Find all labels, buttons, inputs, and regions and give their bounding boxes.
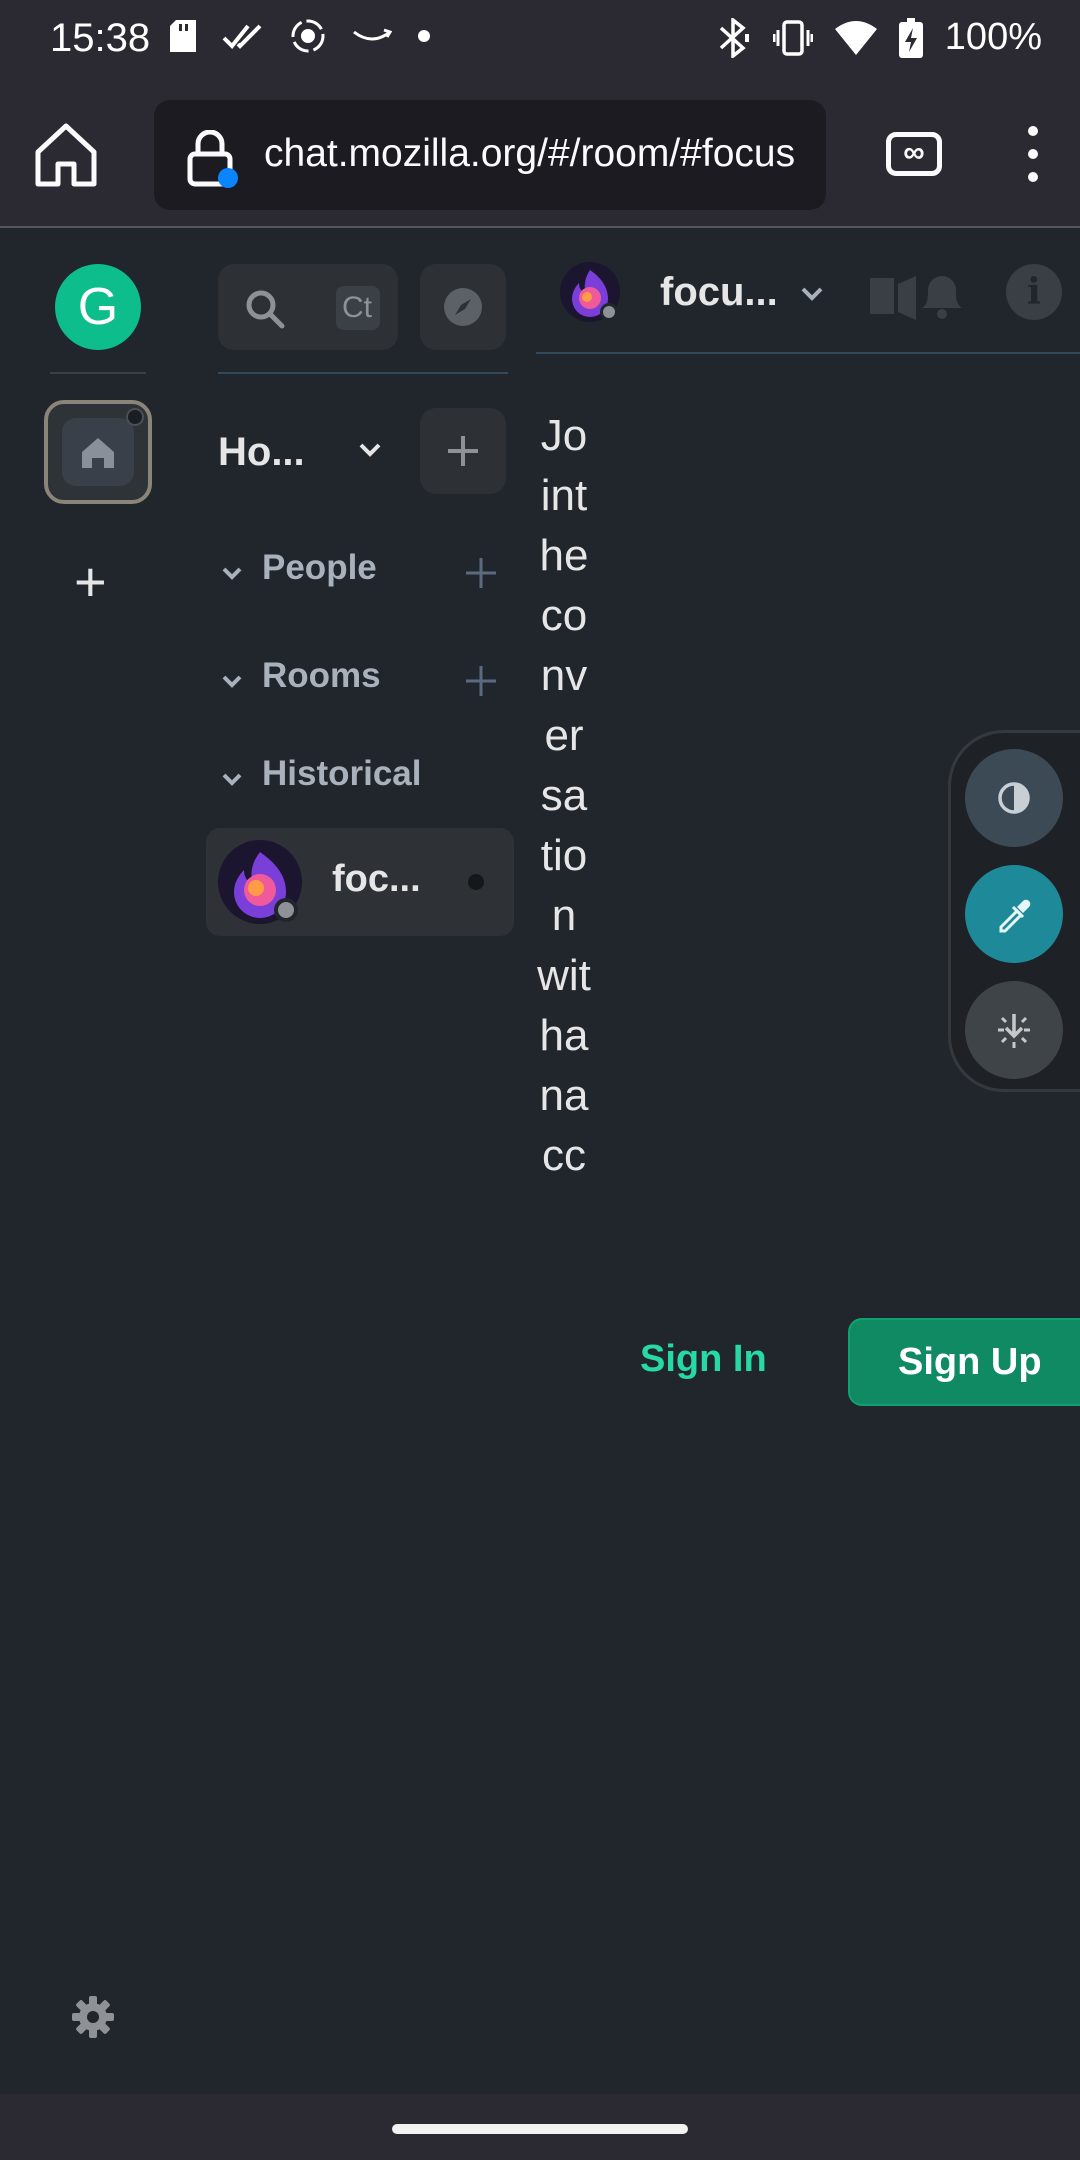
user-avatar[interactable]: G <box>55 264 141 350</box>
search-icon <box>246 290 285 329</box>
plus-icon <box>448 436 478 466</box>
divider <box>50 372 146 374</box>
search-shortcut-hint: Ct <box>336 286 380 330</box>
chevron-down-icon[interactable] <box>220 562 244 586</box>
double-check-icon <box>222 24 262 49</box>
add-room-button[interactable] <box>420 408 506 494</box>
chevron-down-icon[interactable] <box>220 670 244 694</box>
chevron-down-icon[interactable] <box>356 436 384 464</box>
chevron-down-icon[interactable] <box>220 768 244 792</box>
compass-icon <box>444 288 482 326</box>
battery-percent: 100% <box>944 16 1042 58</box>
home-header-label[interactable]: Ho... <box>218 430 305 475</box>
focus-capture-icon <box>998 1014 1030 1048</box>
room-info-icon[interactable]: i <box>1006 264 1062 320</box>
room-actions-icons <box>870 276 962 320</box>
notification-dot <box>126 408 144 426</box>
room-name[interactable]: focu... <box>660 270 778 315</box>
amazon-smile-icon <box>353 28 392 41</box>
bluetooth-icon <box>719 17 749 58</box>
contrast-toggle-button[interactable] <box>965 749 1063 847</box>
status-time: 15:38 <box>50 16 151 60</box>
room-tile-name: foc... <box>332 858 421 900</box>
room-header: focu... i <box>536 230 1080 354</box>
room-view: focu... i Jointheconversationwithanacc S… <box>536 230 1080 2094</box>
room-tile-focus[interactable]: foc... <box>206 828 514 936</box>
battery-charging-icon <box>898 17 923 58</box>
browser-menu-icon[interactable] <box>1018 120 1048 190</box>
eyedropper-icon <box>999 899 1031 933</box>
section-label: People <box>262 548 377 587</box>
join-conversation-text: Jointheconversationwithanacc <box>537 411 591 1180</box>
home-gesture-bar[interactable] <box>392 2124 688 2134</box>
section-historical[interactable]: Historical <box>218 754 518 804</box>
dot-icon <box>418 30 430 42</box>
section-label: Historical <box>262 754 422 793</box>
section-label: Rooms <box>262 656 381 695</box>
vibrate-icon <box>772 19 813 56</box>
url-bar[interactable]: chat.mozilla.org/#/room/#focus <box>154 100 826 210</box>
search-button[interactable]: Ct <box>218 264 398 350</box>
sd-card-icon <box>170 20 196 52</box>
sign-up-button[interactable]: Sign Up <box>848 1318 1080 1406</box>
system-nav-bar <box>0 2094 1080 2160</box>
create-space-button[interactable]: + <box>74 554 107 610</box>
chevron-down-icon[interactable] <box>798 280 826 308</box>
url-text[interactable]: chat.mozilla.org/#/room/#focus <box>264 132 795 176</box>
room-list-panel: Ct Ho... People Rooms Historical foc... <box>186 230 536 2094</box>
divider <box>218 372 508 374</box>
record-icon <box>291 19 325 53</box>
explore-rooms-button[interactable] <box>420 264 506 350</box>
browser-home-icon[interactable] <box>30 118 102 190</box>
floating-tools-panel <box>948 730 1080 1092</box>
add-people-icon[interactable] <box>464 556 498 590</box>
wifi-icon <box>834 20 877 55</box>
unread-dot <box>468 874 484 890</box>
home-space-button[interactable] <box>44 400 152 504</box>
bell-icon[interactable] <box>922 276 962 319</box>
add-room-icon[interactable] <box>464 664 498 698</box>
contrast-icon <box>998 782 1030 814</box>
status-notification-icons <box>170 18 430 54</box>
sign-in-button[interactable]: Sign In <box>640 1338 767 1381</box>
settings-gear-icon[interactable] <box>70 1994 116 2040</box>
lock-icon[interactable] <box>186 130 238 188</box>
room-avatar <box>218 840 302 924</box>
space-panel: G + <box>0 230 186 2094</box>
room-avatar[interactable] <box>558 260 622 324</box>
section-people[interactable]: People <box>218 548 518 598</box>
browser-toolbar: chat.mozilla.org/#/room/#focus ∞ <box>0 80 1080 228</box>
status-bar: 15:38 100% <box>0 0 1080 80</box>
home-icon <box>82 438 114 468</box>
capture-tool-button[interactable] <box>965 981 1063 1079</box>
color-picker-button[interactable] <box>965 865 1063 963</box>
video-call-icon[interactable] <box>870 276 916 320</box>
tabs-button[interactable]: ∞ <box>886 132 942 176</box>
section-rooms[interactable]: Rooms <box>218 656 518 706</box>
status-system-icons: 100% <box>717 16 1042 59</box>
